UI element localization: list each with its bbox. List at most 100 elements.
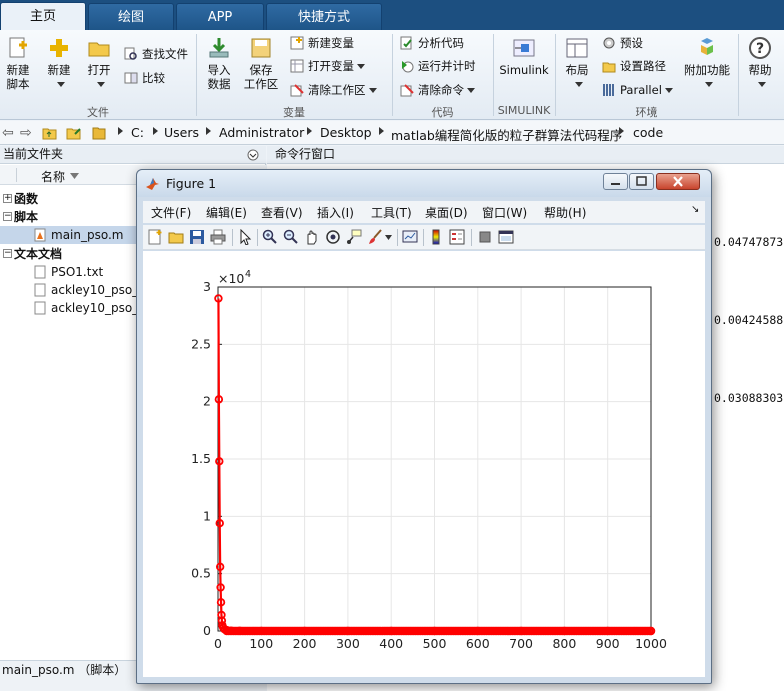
analyze-code-button[interactable]: 分析代码 bbox=[400, 35, 464, 51]
new-variable-button[interactable]: 新建变量 bbox=[290, 35, 354, 51]
open-variable-button[interactable]: 打开变量 bbox=[290, 58, 365, 74]
minimize-button[interactable] bbox=[603, 173, 628, 190]
maximize-button[interactable] bbox=[629, 173, 654, 190]
import-data-label: 导入 数据 bbox=[207, 63, 231, 91]
chevron-down-icon bbox=[664, 88, 673, 93]
simulink-button[interactable]: Simulink bbox=[498, 36, 550, 77]
open-icon[interactable] bbox=[168, 229, 184, 245]
collapse-minus-icon[interactable]: − bbox=[3, 249, 12, 258]
save-workspace-button[interactable]: 保存 工作区 bbox=[242, 36, 280, 91]
import-data-button[interactable]: 导入 数据 bbox=[202, 36, 236, 91]
y-tick-label: 2 bbox=[203, 394, 211, 409]
parallel-button[interactable]: Parallel bbox=[602, 82, 673, 98]
zoom-out-icon[interactable] bbox=[283, 229, 299, 245]
breadcrumb-item[interactable]: Users bbox=[164, 125, 199, 140]
forward-arrow-icon[interactable]: ⇨ bbox=[20, 125, 32, 141]
matlab-logo-icon bbox=[146, 178, 159, 190]
text-file-icon bbox=[34, 265, 46, 279]
expand-plus-icon[interactable]: + bbox=[3, 194, 12, 203]
text-file-icon bbox=[34, 283, 46, 297]
brush-icon[interactable] bbox=[367, 229, 383, 245]
menu-edit[interactable]: 编辑(E) bbox=[206, 204, 247, 221]
new-script-button[interactable]: 新建 脚本 bbox=[2, 36, 34, 91]
clear-commands-label: 清除命令 bbox=[418, 83, 464, 97]
breadcrumb-item[interactable]: Administrator bbox=[219, 125, 304, 140]
layout-button[interactable]: 布局 bbox=[560, 36, 594, 91]
panel-menu-icon[interactable] bbox=[247, 149, 259, 161]
menu-insert[interactable]: 插入(I) bbox=[317, 204, 354, 221]
menu-tools[interactable]: 工具(T) bbox=[371, 204, 412, 221]
y-tick-label: 0.5 bbox=[191, 566, 211, 581]
analyze-code-label: 分析代码 bbox=[418, 36, 464, 50]
up-folder-icon[interactable] bbox=[42, 126, 57, 140]
breadcrumb-item[interactable]: code bbox=[633, 125, 663, 140]
pointer-icon[interactable] bbox=[237, 229, 253, 245]
folder-icon bbox=[602, 62, 616, 73]
preferences-button[interactable]: 预设 bbox=[602, 35, 643, 51]
save-icon[interactable] bbox=[189, 229, 205, 245]
breadcrumb-item[interactable]: C: bbox=[131, 125, 144, 140]
addons-button[interactable]: 附加功能 bbox=[682, 36, 732, 91]
column-name-header[interactable]: 名称 bbox=[41, 168, 65, 185]
ribbon-tab-bar: 主页 绘图 APP 快捷方式 bbox=[0, 0, 784, 31]
file-pso1[interactable]: PSO1.txt bbox=[34, 263, 103, 281]
find-files-button[interactable]: 查找文件 bbox=[124, 46, 188, 62]
figure-canvas[interactable]: 0 100 200 300 400 500 600 700 800 900 1000 0 0.5 1 1.5… bbox=[143, 251, 705, 677]
rotate-icon[interactable] bbox=[325, 229, 341, 245]
breadcrumb-item[interactable]: matlab编程简化版的粒子群算法代码程序 bbox=[391, 125, 622, 144]
new-script-icon bbox=[9, 37, 27, 58]
new-button[interactable]: 新建 bbox=[42, 36, 76, 91]
dock-arrow-icon[interactable]: ↘ bbox=[691, 204, 699, 215]
zoom-in-icon[interactable] bbox=[262, 229, 278, 245]
toolbar-separator bbox=[257, 229, 258, 246]
show-plot-tools-icon[interactable] bbox=[498, 229, 514, 245]
clear-workspace-button[interactable]: 清除工作区 bbox=[290, 82, 377, 98]
help-button[interactable]: ? 帮助 bbox=[744, 36, 776, 91]
menu-desktop[interactable]: 桌面(D) bbox=[425, 204, 468, 221]
breadcrumb-item[interactable]: Desktop bbox=[320, 125, 372, 140]
menu-file[interactable]: 文件(F) bbox=[151, 204, 191, 221]
colorbar-icon[interactable] bbox=[428, 229, 444, 245]
print-icon[interactable] bbox=[210, 229, 226, 245]
browse-folder-icon[interactable] bbox=[66, 126, 82, 140]
legend-icon[interactable] bbox=[449, 229, 465, 245]
new-label: 新建 bbox=[47, 63, 71, 77]
tab-shortcuts[interactable]: 快捷方式 bbox=[266, 3, 382, 30]
compare-button[interactable]: 比较 bbox=[124, 70, 165, 86]
file-ackley10-pso-1[interactable]: ackley10_pso_ bbox=[34, 281, 138, 299]
new-script-label: 新建 脚本 bbox=[6, 63, 30, 91]
chevron-down-icon bbox=[368, 88, 377, 93]
open-button[interactable]: 打开 bbox=[82, 36, 116, 91]
tab-home[interactable]: 主页 bbox=[0, 2, 86, 31]
pan-icon[interactable] bbox=[304, 229, 320, 245]
ribbon-group-environment: 环境 bbox=[635, 106, 658, 119]
menu-window[interactable]: 窗口(W) bbox=[482, 204, 527, 221]
ribbon-group-variable: 变量 bbox=[283, 106, 305, 119]
tab-apps[interactable]: APP bbox=[176, 3, 264, 30]
collapse-minus-icon[interactable]: − bbox=[3, 212, 12, 221]
line-plot[interactable]: 0 100 200 300 400 500 600 700 800 900 1000 0 0.5 1 1.5… bbox=[143, 251, 705, 677]
clear-commands-button[interactable]: 清除命令 bbox=[400, 82, 475, 98]
figure-title-bar[interactable]: Figure 1 bbox=[137, 170, 711, 197]
back-arrow-icon[interactable]: ⇦ bbox=[2, 125, 14, 141]
link-icon[interactable] bbox=[402, 229, 418, 245]
hide-plot-tools-icon[interactable] bbox=[477, 229, 493, 245]
run-and-time-button[interactable]: 运行并计时 bbox=[400, 58, 476, 74]
x-tick-label: 100 bbox=[249, 636, 273, 651]
file-ackley10-pso-2[interactable]: ackley10_pso_ bbox=[34, 299, 138, 317]
menu-help[interactable]: 帮助(H) bbox=[544, 204, 586, 221]
x-tick-label: 400 bbox=[379, 636, 403, 651]
new-figure-icon[interactable] bbox=[147, 229, 163, 245]
data-cursor-icon[interactable] bbox=[346, 229, 362, 245]
toolbar-separator bbox=[471, 229, 472, 246]
parallel-icon bbox=[603, 84, 614, 96]
menu-view[interactable]: 查看(V) bbox=[261, 204, 303, 221]
breadcrumb-separator bbox=[206, 127, 211, 135]
chevron-down-icon bbox=[467, 88, 475, 93]
breadcrumb-separator bbox=[153, 127, 158, 135]
chevron-down-icon[interactable] bbox=[385, 235, 392, 240]
close-button[interactable] bbox=[656, 173, 700, 190]
figure-window[interactable]: Figure 1 文件(F) 编辑(E) 查看(V) 插入(I) 工具(T) 桌… bbox=[136, 169, 712, 684]
set-path-button[interactable]: 设置路径 bbox=[602, 58, 666, 74]
tab-plots[interactable]: 绘图 bbox=[88, 3, 174, 30]
